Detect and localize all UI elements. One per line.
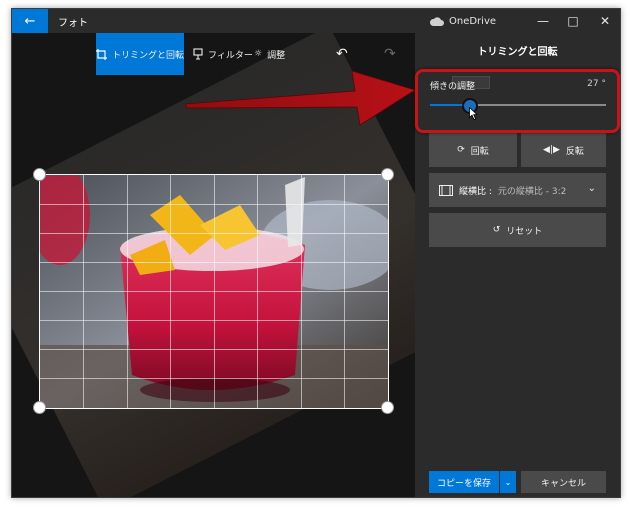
reset-button[interactable]: ↺ リセット xyxy=(429,213,606,247)
back-arrow-icon: ← xyxy=(24,13,36,29)
crop-handle-top-right[interactable] xyxy=(381,168,394,181)
crop-handle-top-left[interactable] xyxy=(33,168,46,181)
filter-icon xyxy=(193,48,203,60)
app-title: フォト xyxy=(58,17,88,29)
onedrive-cloud-icon xyxy=(430,16,444,26)
crop-handle-bottom-right[interactable] xyxy=(381,401,394,414)
flip-label: 反転 xyxy=(565,146,584,157)
onedrive-status[interactable]: OneDrive xyxy=(430,9,496,33)
redo-icon: ↷ xyxy=(384,46,396,62)
grid-line xyxy=(40,204,388,205)
close-icon: ✕ xyxy=(599,14,611,28)
tab-crop-rotate[interactable]: トリミングと回転 xyxy=(96,33,184,75)
crop-frame[interactable] xyxy=(39,174,389,409)
grid-line xyxy=(40,349,388,350)
save-options-button[interactable]: ⌄ xyxy=(500,471,516,493)
tab-crop-rotate-label: トリミングと回転 xyxy=(112,50,185,61)
crop-handle-bottom-left[interactable] xyxy=(33,401,46,414)
reset-icon: ↺ xyxy=(492,225,501,235)
grid-line xyxy=(40,262,388,263)
minimize-button[interactable]: — xyxy=(528,9,558,33)
chevron-down-icon: ⌄ xyxy=(504,477,512,487)
save-copy-button[interactable]: コピーを保存 xyxy=(429,471,499,493)
onedrive-label: OneDrive xyxy=(449,15,497,27)
grid-line xyxy=(40,320,388,321)
grid-line xyxy=(40,291,388,292)
tab-adjust-label: 調整 xyxy=(267,50,286,61)
grid-line xyxy=(40,378,388,379)
maximize-icon: □ xyxy=(567,14,579,28)
rotate-label: 回転 xyxy=(470,146,489,157)
flip-icon: ◀|▶ xyxy=(543,145,560,155)
minimize-icon: — xyxy=(537,14,549,28)
aspect-ratio-icon xyxy=(439,184,453,196)
chevron-down-icon: ⌄ xyxy=(587,183,596,194)
annotation-arrow xyxy=(185,70,416,126)
annotation-highlight-box xyxy=(415,69,620,133)
aspect-ratio-value: 元の縦横比 - 3:2 xyxy=(497,186,567,197)
undo-icon: ↶ xyxy=(336,46,348,62)
rotate-button[interactable]: ⟳ 回転 xyxy=(429,133,517,167)
reset-label: リセット xyxy=(506,226,543,237)
maximize-button[interactable]: □ xyxy=(558,9,588,33)
rotate-icon: ⟳ xyxy=(457,145,465,155)
cancel-button[interactable]: キャンセル xyxy=(521,471,606,493)
panel-title: トリミングと回転 xyxy=(477,47,558,58)
flip-button[interactable]: ◀|▶ 反転 xyxy=(521,133,606,167)
grid-line xyxy=(40,233,388,234)
back-button[interactable]: ← xyxy=(12,9,48,33)
tab-filters-label: フィルター xyxy=(208,50,253,61)
close-button[interactable]: ✕ xyxy=(590,9,620,33)
adjust-sun-icon: ☼ xyxy=(254,49,263,59)
aspect-ratio-dropdown[interactable]: 縦横比 : 元の縦横比 - 3:2 ⌄ xyxy=(429,173,606,207)
crop-icon xyxy=(96,48,107,60)
aspect-ratio-label: 縦横比 : xyxy=(459,186,492,197)
